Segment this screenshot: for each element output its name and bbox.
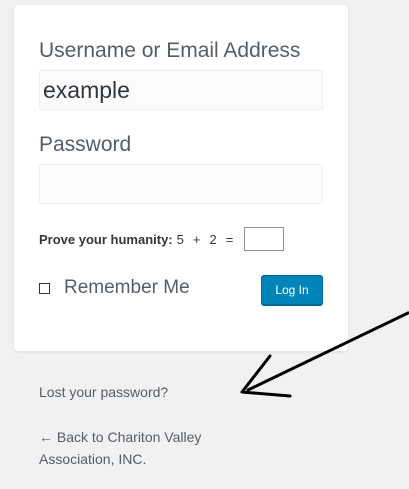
lost-password-link[interactable]: Lost your password?: [39, 381, 168, 403]
captcha-operand-b: 2: [209, 231, 217, 247]
remember-me-checkbox[interactable]: [39, 282, 50, 294]
remember-me-row[interactable]: Remember Me: [39, 277, 190, 299]
captcha-answer-input[interactable]: [244, 227, 285, 251]
remember-me-label[interactable]: Remember Me: [64, 277, 190, 299]
captcha-label: Prove your humanity:: [39, 231, 173, 247]
password-label: Password: [39, 133, 132, 156]
hand-drawn-arrow-icon: [240, 311, 409, 398]
password-input[interactable]: [39, 164, 323, 204]
captcha-equals: =: [225, 231, 234, 247]
captcha-operator: +: [192, 231, 201, 247]
captcha-row: Prove your humanity: 5 + 2 =: [39, 227, 285, 251]
username-input[interactable]: example: [39, 70, 323, 110]
username-label: Username or Email Address: [39, 39, 301, 62]
back-to-site-link[interactable]: ← Back to Chariton Valley Association, I…: [39, 426, 259, 470]
captcha-operand-a: 5: [176, 231, 184, 247]
